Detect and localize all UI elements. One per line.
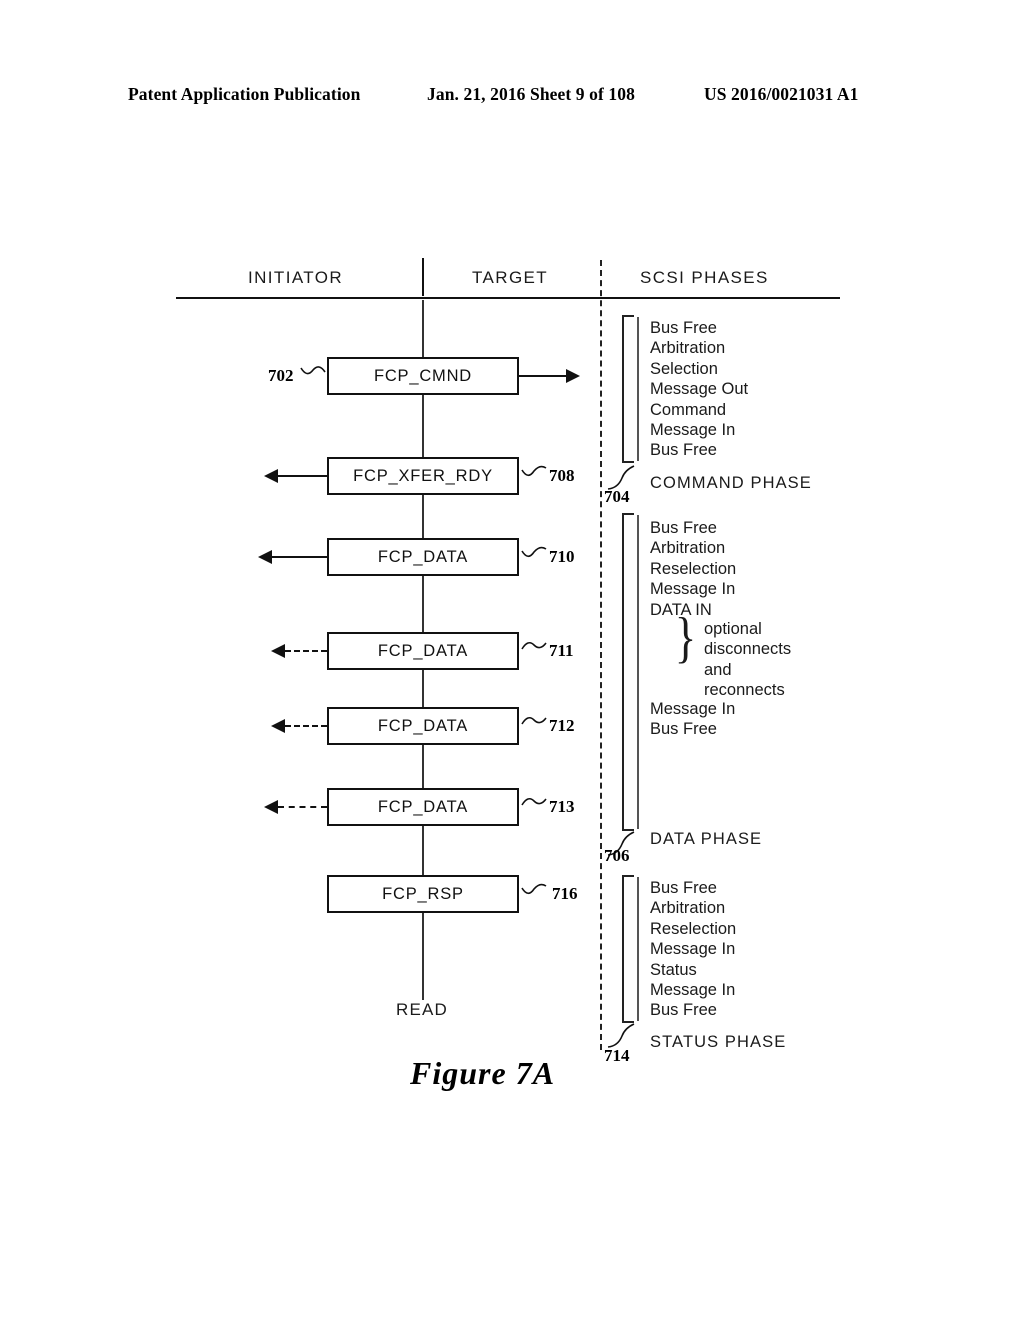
ref-numeral-710: 710 [549,547,575,566]
phase-step: Bus Free [650,319,717,337]
phase-step: Message In [650,420,736,439]
phase-step: Bus Free [650,1001,717,1020]
read-label: READ [396,1000,449,1019]
arrow-head-fcp-xfer-rdy [264,469,278,483]
phase-step: Command [650,400,727,419]
ref-numeral-706: 706 [604,846,630,865]
arrow-head-fcp-data-713 [264,800,278,814]
note-line: reconnects [704,681,785,700]
note-line: optional [704,620,762,638]
ref-numeral-712: 712 [549,716,575,735]
phase-step: Bus Free [650,720,717,739]
message-box-fcp-data-711: FCP_DATA [327,632,519,670]
phase-step: Reselection [650,919,737,938]
arrow-head-fcp-data-710 [258,550,272,564]
ref-numeral-702: 702 [268,366,294,385]
phase-step: Status [650,960,697,979]
leader-squiggle-711 [521,641,547,650]
phase-bracket-inner-data [637,515,639,829]
phase-label-command: COMMAND PHASE [650,474,812,492]
note-line: disconnects [704,640,792,659]
phase-bracket-inner-command [637,317,639,461]
phase-bracket-data [622,513,634,831]
message-box-fcp-cmnd: FCP_CMND [327,357,519,395]
figure-7a: INITIATOR TARGET SCSI PHASES FCP_CMND 70… [0,0,1024,1320]
message-box-fcp-xfer-rdy: FCP_XFER_RDY [327,457,519,495]
column-header-initiator: INITIATOR [248,268,344,287]
arrow-line-fcp-data-710 [272,556,327,558]
ref-numeral-711: 711 [549,641,574,660]
phase-step: Bus Free [650,441,717,460]
phase-step: Message In [650,940,736,959]
phase-step: Message In [650,700,736,718]
phase-bracket-command [622,315,634,463]
arrow-head-fcp-data-711 [271,644,285,658]
ref-numeral-714: 714 [604,1046,630,1065]
leader-squiggle-702 [300,366,326,375]
phase-label-data: DATA PHASE [650,830,763,848]
ref-numeral-713: 713 [549,797,575,816]
phase-step: Message In [650,980,736,999]
arrow-line-fcp-cmnd [519,375,567,377]
leader-squiggle-710 [521,546,547,558]
phase-step-list-data: Bus Free Arbitration Reselection Message… [650,518,736,620]
message-box-fcp-data-713: FCP_DATA [327,788,519,826]
phase-step: Selection [650,359,718,378]
phase-step: Message In [650,580,736,599]
ref-numeral-708: 708 [549,466,575,485]
message-box-fcp-data-710: FCP_DATA [327,538,519,576]
arrow-head-fcp-data-712 [271,719,285,733]
phase-step: Arbitration [650,339,726,358]
phase-bracket-inner-status [637,877,639,1021]
arrow-head-fcp-cmnd [566,369,580,383]
phase-step: Bus Free [650,519,717,537]
leader-squiggle-712 [521,716,547,725]
phase-step: Message Out [650,380,749,399]
phase-label-status: STATUS PHASE [650,1033,787,1051]
phase-step: Arbitration [650,899,726,918]
figure-caption: Figure 7A [410,1055,556,1091]
phase-step-list-command: Bus Free Arbitration Selection Message O… [650,318,748,461]
message-box-fcp-rsp: FCP_RSP [327,875,519,913]
ref-numeral-716: 716 [552,884,578,903]
phase-step: Reselection [650,559,737,578]
curly-brace-icon: } [674,607,697,669]
arrow-line-fcp-data-711 [285,650,327,652]
arrow-line-fcp-xfer-rdy [278,475,327,477]
arrow-line-fcp-data-712 [285,725,327,727]
phase-step-list-data-after: Message In Bus Free [650,699,735,740]
phase-step: Bus Free [650,879,717,897]
column-header-target: TARGET [472,268,549,287]
note-line: and [704,660,732,679]
separator-target-scsi [600,260,602,1050]
phase-step: Arbitration [650,539,726,558]
column-header-scsi-phases: SCSI PHASES [640,268,769,287]
arrow-line-fcp-data-713 [278,806,327,808]
leader-squiggle-716 [521,883,547,895]
phase-step-list-status: Bus Free Arbitration Reselection Message… [650,878,736,1021]
leader-squiggle-713 [521,797,547,806]
ref-numeral-704: 704 [604,487,630,506]
header-rule [176,297,840,299]
message-box-fcp-data-712: FCP_DATA [327,707,519,745]
optional-disconnects-note: optional disconnects and reconnects [704,619,791,701]
phase-bracket-status [622,875,634,1023]
leader-squiggle-708 [521,465,547,477]
separator-initiator-target [422,258,424,296]
